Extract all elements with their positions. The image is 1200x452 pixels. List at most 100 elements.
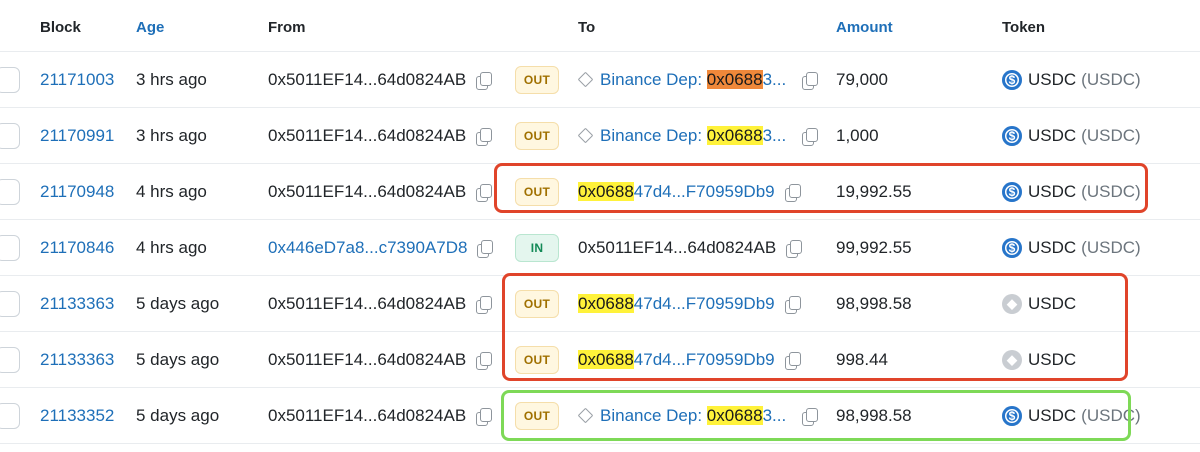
usdc-icon: $ <box>1002 181 1022 202</box>
header-from: From <box>268 19 306 36</box>
copy-icon[interactable] <box>784 351 801 370</box>
to-label: Binance Dep: <box>600 405 707 425</box>
token-symbol: (USDC) <box>1081 125 1141 145</box>
token-link[interactable]: USDC <box>1028 294 1076 314</box>
block-link[interactable]: 21133352 <box>40 406 114 426</box>
token-symbol: (USDC) <box>1081 181 1141 201</box>
to-highlight: 0x0688 <box>706 125 763 145</box>
eth-icon: ◆ <box>1002 349 1022 370</box>
block-link[interactable]: 21133363 <box>40 350 114 370</box>
copy-icon[interactable] <box>476 127 493 146</box>
token-symbol: (USDC) <box>1081 237 1141 257</box>
usdc-icon: $ <box>1002 405 1022 426</box>
to-label: Binance Dep: <box>600 69 707 89</box>
direction-badge: OUT <box>515 401 559 430</box>
to-address-link[interactable]: Binance Dep: 0x06883... <box>600 69 787 90</box>
block-link[interactable]: 21170948 <box>40 182 114 202</box>
to-highlight: 0x0688 <box>578 293 634 313</box>
token-name: USDC <box>1028 125 1077 145</box>
from-address-link[interactable]: 0x446eD7a8...c7390A7D8 <box>268 238 467 258</box>
to-rest: 3... <box>762 69 787 89</box>
token-link[interactable]: USDC (USDC) <box>1028 238 1141 258</box>
row-checkbox[interactable] <box>0 235 20 261</box>
to-rest: 47d4...F70959Db9 <box>633 293 775 313</box>
copy-icon[interactable] <box>802 407 819 426</box>
age-text: 3 hrs ago <box>136 69 207 89</box>
header-amount[interactable]: Amount <box>836 19 893 36</box>
block-link[interactable]: 21170991 <box>40 126 114 146</box>
usdc-icon: $ <box>1002 237 1022 258</box>
deposit-contract-icon <box>577 407 594 424</box>
table-row: 21170948 4 hrs ago 0x5011EF14...64d0824A… <box>0 164 1200 220</box>
row-checkbox[interactable] <box>0 67 20 93</box>
header-to: To <box>578 19 596 36</box>
deposit-contract-icon <box>577 127 594 144</box>
table-header: Block Age From To Amount Token <box>0 0 1200 52</box>
to-highlight: 0x0688 <box>578 181 634 201</box>
copy-icon[interactable] <box>802 71 819 90</box>
token-link[interactable]: USDC (USDC) <box>1028 126 1141 146</box>
token-symbol: (USDC) <box>1081 405 1141 425</box>
token-name: USDC <box>1028 237 1077 257</box>
token-name: USDC <box>1028 349 1077 369</box>
direction-badge: OUT <box>515 65 559 94</box>
to-rest: 47d4...F70959Db9 <box>633 349 775 369</box>
block-link[interactable]: 21170846 <box>40 238 114 258</box>
from-address: 0x5011EF14...64d0824AB <box>268 69 467 89</box>
copy-icon[interactable] <box>476 351 493 370</box>
to-address-link[interactable]: 0x068847d4...F70959Db9 <box>578 349 775 370</box>
row-checkbox[interactable] <box>0 291 20 317</box>
age-text: 5 days ago <box>136 293 220 313</box>
from-address: 0x5011EF14...64d0824AB <box>268 125 467 145</box>
usdc-icon: $ <box>1002 69 1022 90</box>
to-label: Binance Dep: <box>600 125 707 145</box>
copy-icon[interactable] <box>476 407 493 426</box>
to-rest: 47d4...F70959Db9 <box>633 181 775 201</box>
header-age[interactable]: Age <box>136 19 164 36</box>
copy-icon[interactable] <box>786 239 803 258</box>
from-address: 0x5011EF14...64d0824AB <box>268 349 467 369</box>
block-link[interactable]: 21133363 <box>40 294 114 314</box>
copy-icon[interactable] <box>477 239 494 258</box>
row-checkbox[interactable] <box>0 123 20 149</box>
age-text: 4 hrs ago <box>136 181 207 201</box>
token-link[interactable]: USDC <box>1028 350 1076 370</box>
copy-icon[interactable] <box>802 127 819 146</box>
token-name: USDC <box>1028 69 1077 89</box>
from-address: 0x5011EF14...64d0824AB <box>268 293 467 313</box>
copy-icon[interactable] <box>476 71 493 90</box>
eth-icon: ◆ <box>1002 293 1022 314</box>
block-link[interactable]: 21171003 <box>40 70 114 90</box>
to-address-link[interactable]: 0x068847d4...F70959Db9 <box>578 181 775 202</box>
token-link[interactable]: USDC (USDC) <box>1028 182 1141 202</box>
row-checkbox[interactable] <box>0 403 20 429</box>
amount-value: 98,998.58 <box>836 293 912 313</box>
to-highlight: 0x0688 <box>578 349 634 369</box>
to-address-link[interactable]: Binance Dep: 0x06883... <box>600 405 786 426</box>
to-address-link[interactable]: 0x068847d4...F70959Db9 <box>578 293 775 314</box>
from-address: 0x5011EF14...64d0824AB <box>268 405 467 425</box>
token-link[interactable]: USDC (USDC) <box>1028 406 1141 426</box>
row-checkbox[interactable] <box>0 347 20 373</box>
to-address-link[interactable]: Binance Dep: 0x06883... <box>600 125 786 146</box>
table-row: 21171003 3 hrs ago 0x5011EF14...64d0824A… <box>0 52 1200 108</box>
copy-icon[interactable] <box>476 295 493 314</box>
copy-icon[interactable] <box>784 295 801 314</box>
to-address: 0x5011EF14...64d0824AB <box>578 237 777 257</box>
direction-badge: IN <box>515 233 559 262</box>
token-name: USDC <box>1028 181 1077 201</box>
from-address: 0x5011EF14...64d0824AB <box>268 181 467 201</box>
deposit-contract-icon <box>577 71 594 88</box>
direction-badge: OUT <box>515 345 559 374</box>
header-token: Token <box>1002 19 1046 36</box>
table-row: 21133363 5 days ago 0x5011EF14...64d0824… <box>0 332 1200 388</box>
direction-badge: OUT <box>515 289 559 318</box>
amount-value: 98,998.58 <box>836 405 912 425</box>
copy-icon[interactable] <box>476 183 493 202</box>
amount-value: 79,000 <box>836 69 888 89</box>
token-link[interactable]: USDC (USDC) <box>1028 70 1141 90</box>
row-checkbox[interactable] <box>0 179 20 205</box>
copy-icon[interactable] <box>784 183 801 202</box>
table-row: 21133352 5 days ago 0x5011EF14...64d0824… <box>0 388 1200 444</box>
age-text: 3 hrs ago <box>136 125 207 145</box>
